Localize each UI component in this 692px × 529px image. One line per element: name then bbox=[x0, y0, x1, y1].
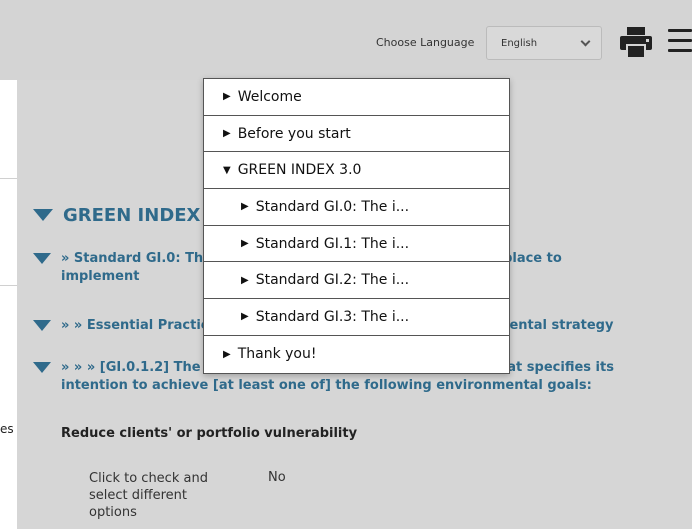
printer-icon[interactable] bbox=[619, 25, 653, 59]
left-side-strip bbox=[0, 80, 17, 529]
language-select[interactable]: English bbox=[486, 26, 602, 60]
language-label: Choose Language bbox=[376, 36, 475, 49]
toc-item-welcome[interactable]: ▶ Welcome bbox=[204, 79, 509, 116]
answer-value: No bbox=[268, 470, 286, 485]
toc-item-label: Standard GI.0: The i... bbox=[255, 198, 410, 215]
expand-arrow-icon: ▶ bbox=[223, 128, 231, 140]
expand-arrow-icon: ▶ bbox=[223, 348, 231, 360]
toc-item-label: Thank you! bbox=[237, 346, 317, 363]
toc-item-standard-gi2[interactable]: ▶ Standard GI.2: The i... bbox=[204, 262, 509, 300]
toc-item-standard-gi0[interactable]: ▶ Standard GI.0: The i... bbox=[204, 189, 509, 226]
side-text-fragment: es bbox=[0, 422, 14, 436]
expand-arrow-icon: ▶ bbox=[241, 274, 249, 286]
side-divider bbox=[0, 285, 17, 286]
toc-item-green-index[interactable]: ▼ GREEN INDEX 3.0 bbox=[204, 152, 509, 190]
toc-item-standard-gi1[interactable]: ▶ Standard GI.1: The i... bbox=[204, 226, 509, 263]
toc-item-standard-gi3[interactable]: ▶ Standard GI.3: The i... bbox=[204, 299, 509, 336]
collapse-triangle-icon[interactable] bbox=[33, 209, 53, 221]
expand-arrow-icon: ▶ bbox=[241, 311, 249, 323]
toc-item-label: Welcome bbox=[237, 88, 302, 105]
expand-arrow-icon: ▶ bbox=[241, 238, 249, 250]
language-selected-value: English bbox=[501, 37, 538, 49]
expand-arrow-icon: ▶ bbox=[241, 201, 249, 213]
toc-item-label: Before you start bbox=[237, 125, 351, 142]
collapse-arrow-icon: ▼ bbox=[223, 164, 231, 176]
collapse-triangle-icon[interactable] bbox=[33, 253, 51, 264]
collapse-triangle-icon[interactable] bbox=[33, 362, 51, 373]
toc-item-label: Standard GI.2: The i... bbox=[255, 272, 410, 289]
toc-item-label: Standard GI.3: The i... bbox=[255, 308, 410, 325]
toc-item-before-you-start[interactable]: ▶ Before you start bbox=[204, 116, 509, 153]
toc-item-label: Standard GI.1: The i... bbox=[255, 235, 410, 252]
expand-arrow-icon: ▶ bbox=[223, 91, 231, 103]
goal-title: Reduce clients' or portfolio vulnerabili… bbox=[61, 426, 358, 441]
hamburger-menu-icon[interactable] bbox=[668, 29, 692, 53]
toc-item-label: GREEN INDEX 3.0 bbox=[237, 162, 362, 179]
chevron-down-icon bbox=[580, 36, 591, 47]
side-divider bbox=[0, 178, 17, 179]
table-of-contents-menu: ▶ Welcome ▶ Before you start ▼ GREEN IND… bbox=[203, 78, 510, 374]
top-header: Choose Language English bbox=[0, 0, 692, 80]
collapse-triangle-icon[interactable] bbox=[33, 320, 51, 331]
toc-item-thank-you[interactable]: ▶ Thank you! bbox=[204, 336, 509, 373]
option-select-link[interactable]: Click to check and select different opti… bbox=[89, 470, 229, 521]
